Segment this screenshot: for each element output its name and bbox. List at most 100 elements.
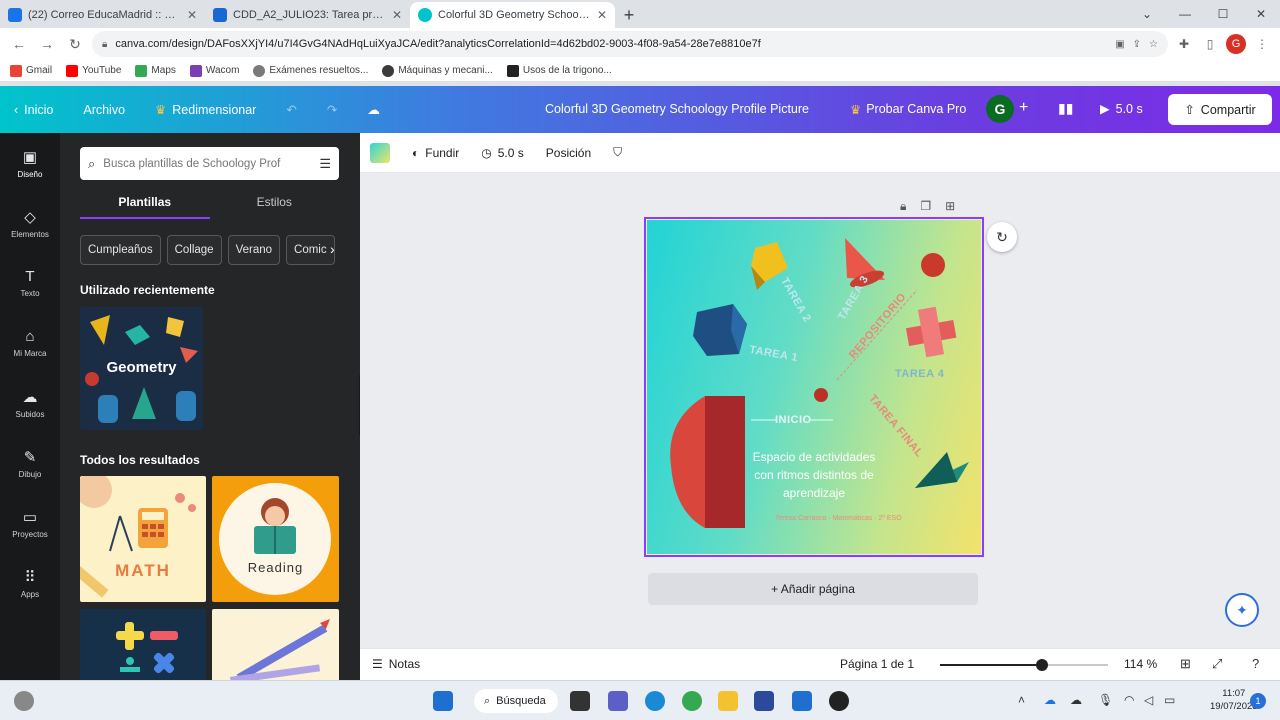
microphone-icon[interactable]: 🎙︎ <box>1098 693 1113 707</box>
taskbar-search[interactable]: ⌕ Búsqueda <box>474 689 558 713</box>
task-view-icon[interactable] <box>570 691 590 711</box>
grid-view-icon[interactable]: ⊞ <box>1180 656 1191 672</box>
refresh-rotate-icon[interactable]: ↻ <box>987 222 1017 252</box>
url-field[interactable]: 🔒︎ canva.com/design/DAFosXXjYI4/u7I4GvG4… <box>92 31 1168 57</box>
design-author-text[interactable]: Teresa Carrasco · Matemáticas · 2º ESO <box>775 515 902 522</box>
recent-template-geometry[interactable]: Geometry <box>80 307 203 430</box>
present-button[interactable]: ▶ 5.0 s <box>1100 101 1143 117</box>
chip-birthday[interactable]: Cumpleaños <box>80 235 161 265</box>
rail-item-design[interactable]: ▣ Diseño <box>0 133 60 193</box>
back-icon[interactable]: ← <box>8 36 30 52</box>
close-tab-icon[interactable]: ✕ <box>187 8 197 22</box>
rail-item-elements[interactable]: ◇ Elementos <box>0 193 60 253</box>
mail-icon[interactable] <box>792 691 812 711</box>
add-collaborator-button[interactable]: + <box>1019 99 1028 117</box>
wifi-icon[interactable]: ◠ <box>1124 693 1134 707</box>
cloud-icon[interactable]: ☁ <box>1070 693 1082 707</box>
page-indicator[interactable]: Página 1 de 1 <box>840 657 914 671</box>
magic-sparkle-icon[interactable]: ✦ <box>1225 593 1259 627</box>
result-template-pencils[interactable] <box>212 609 339 680</box>
bookmark-trigono[interactable]: Usos de la trigono... <box>506 64 612 77</box>
menu-kebab-icon[interactable]: ⋮ <box>1252 37 1272 51</box>
redo-button[interactable]: ↷ <box>327 102 337 117</box>
speaker-icon[interactable]: ◁ <box>1144 693 1153 707</box>
help-icon[interactable]: ? <box>1252 656 1259 671</box>
browser-tab-mail[interactable]: (22) Correo EducaMadrid :: Entra ✕ <box>0 2 205 28</box>
minimize-button[interactable]: — <box>1166 0 1204 28</box>
zoom-slider[interactable] <box>940 659 1108 671</box>
file-explorer-icon[interactable] <box>718 691 738 711</box>
zoom-slider-handle[interactable] <box>1036 659 1049 671</box>
bookmark-maquinas[interactable]: Máquinas y mecani... <box>382 64 493 77</box>
resize-button[interactable]: ♛ Redimensionar <box>155 102 256 118</box>
result-template-math[interactable]: MATH <box>80 476 206 602</box>
blend-button[interactable]: ◐ Fundir <box>412 146 459 160</box>
tab-styles[interactable]: Estilos <box>210 191 340 219</box>
close-window-button[interactable]: ✕ <box>1242 0 1280 28</box>
lock-page-icon[interactable]: 🔒︎ <box>900 199 906 214</box>
position-button[interactable]: Posición <box>546 146 591 160</box>
rail-item-text[interactable]: T Texto <box>0 253 60 313</box>
result-template-reading[interactable]: Reading <box>212 476 339 602</box>
bookmark-youtube[interactable]: YouTube <box>66 64 121 77</box>
bookmark-maps[interactable]: Maps <box>135 64 176 77</box>
bookmark-star-icon[interactable]: ☆ <box>1149 39 1158 50</box>
bookmark-wacom[interactable]: Wacom <box>189 64 239 77</box>
app-icon[interactable] <box>829 691 849 711</box>
chip-comic[interactable]: Comic <box>286 235 335 265</box>
add-page-button[interactable]: + Añadir página <box>648 573 978 605</box>
cloud-saved-icon[interactable]: ☁ <box>367 102 380 117</box>
close-tab-icon[interactable]: ✕ <box>597 8 607 22</box>
add-page-icon[interactable]: ⊞ <box>945 199 955 214</box>
rail-item-brand[interactable]: ⌂ Mi Marca <box>0 313 60 373</box>
reload-icon[interactable]: ↻ <box>64 36 86 53</box>
home-button[interactable]: ‹ Inicio <box>14 103 53 117</box>
label-tarea-4[interactable]: TAREA 4 <box>895 368 944 380</box>
edge-icon[interactable] <box>645 691 665 711</box>
try-pro-button[interactable]: ♛ Probar Canva Pro <box>850 102 966 117</box>
tab-templates[interactable]: Plantillas <box>80 191 210 219</box>
windows-start-icon[interactable] <box>433 691 453 711</box>
profile-avatar[interactable]: G <box>1226 34 1246 54</box>
chevron-right-icon[interactable]: › <box>330 241 335 257</box>
bookmark-examenes[interactable]: Exámenes resueltos... <box>253 64 368 77</box>
browser-tab-canva[interactable]: Colorful 3D Geometry Schoology ✕ <box>410 2 615 28</box>
design-title[interactable]: Colorful 3D Geometry Schoology Profile P… <box>545 102 809 116</box>
fullscreen-icon[interactable]: ⤢ <box>1212 656 1222 672</box>
label-inicio[interactable]: INICIO <box>775 414 812 426</box>
battery-icon[interactable]: ▭ <box>1164 693 1175 707</box>
bar-chart-icon[interactable]: ▮▮ <box>1058 100 1073 117</box>
side-panel-icon[interactable]: ▯ <box>1200 37 1220 51</box>
template-search[interactable]: ⌕ ☰ <box>80 147 339 180</box>
bookmark-gmail[interactable]: Gmail <box>10 64 52 77</box>
widgets-icon[interactable] <box>14 691 34 711</box>
design-page[interactable]: TAREA 2 TAREA 3 TAREA 1 REPOSITORIO TARE… <box>647 220 981 554</box>
rail-item-projects[interactable]: ▭ Proyectos <box>0 493 60 553</box>
undo-button[interactable]: ↶ <box>286 102 296 117</box>
filter-sliders-icon[interactable]: ☰ <box>319 156 331 172</box>
notes-button[interactable]: ☰ Notas <box>372 657 420 671</box>
new-tab-button[interactable]: + <box>615 2 643 28</box>
chevron-up-icon[interactable]: ˄ <box>1018 693 1025 707</box>
zoom-value[interactable]: 114 % <box>1124 657 1157 671</box>
teams-icon[interactable] <box>608 691 628 711</box>
template-search-input[interactable] <box>103 157 312 170</box>
duplicate-page-icon[interactable]: ❐ <box>920 199 931 214</box>
forward-icon[interactable]: → <box>36 36 58 52</box>
chip-collage[interactable]: Collage <box>166 235 222 265</box>
result-template-math-symbols[interactable] <box>80 609 206 680</box>
share-icon[interactable]: ⇪ <box>1133 39 1141 50</box>
background-color-swatch[interactable] <box>370 142 390 163</box>
file-menu-button[interactable]: Archivo <box>83 103 125 117</box>
rail-item-apps[interactable]: ⠿ Apps <box>0 553 60 613</box>
share-button[interactable]: ⇧ Compartir <box>1168 94 1272 125</box>
onedrive-icon[interactable]: ☁ <box>1044 693 1056 707</box>
close-tab-icon[interactable]: ✕ <box>392 8 402 22</box>
chip-summer[interactable]: Verano <box>227 235 281 265</box>
chrome-icon[interactable] <box>682 691 702 711</box>
store-icon[interactable] <box>754 691 774 711</box>
rail-item-uploads[interactable]: ☁ Subidos <box>0 373 60 433</box>
lock-icon[interactable]: 🔒︎ <box>102 39 107 50</box>
notification-badge[interactable]: 1 <box>1250 693 1266 709</box>
tab-search-icon[interactable]: ⌄ <box>1128 0 1166 28</box>
